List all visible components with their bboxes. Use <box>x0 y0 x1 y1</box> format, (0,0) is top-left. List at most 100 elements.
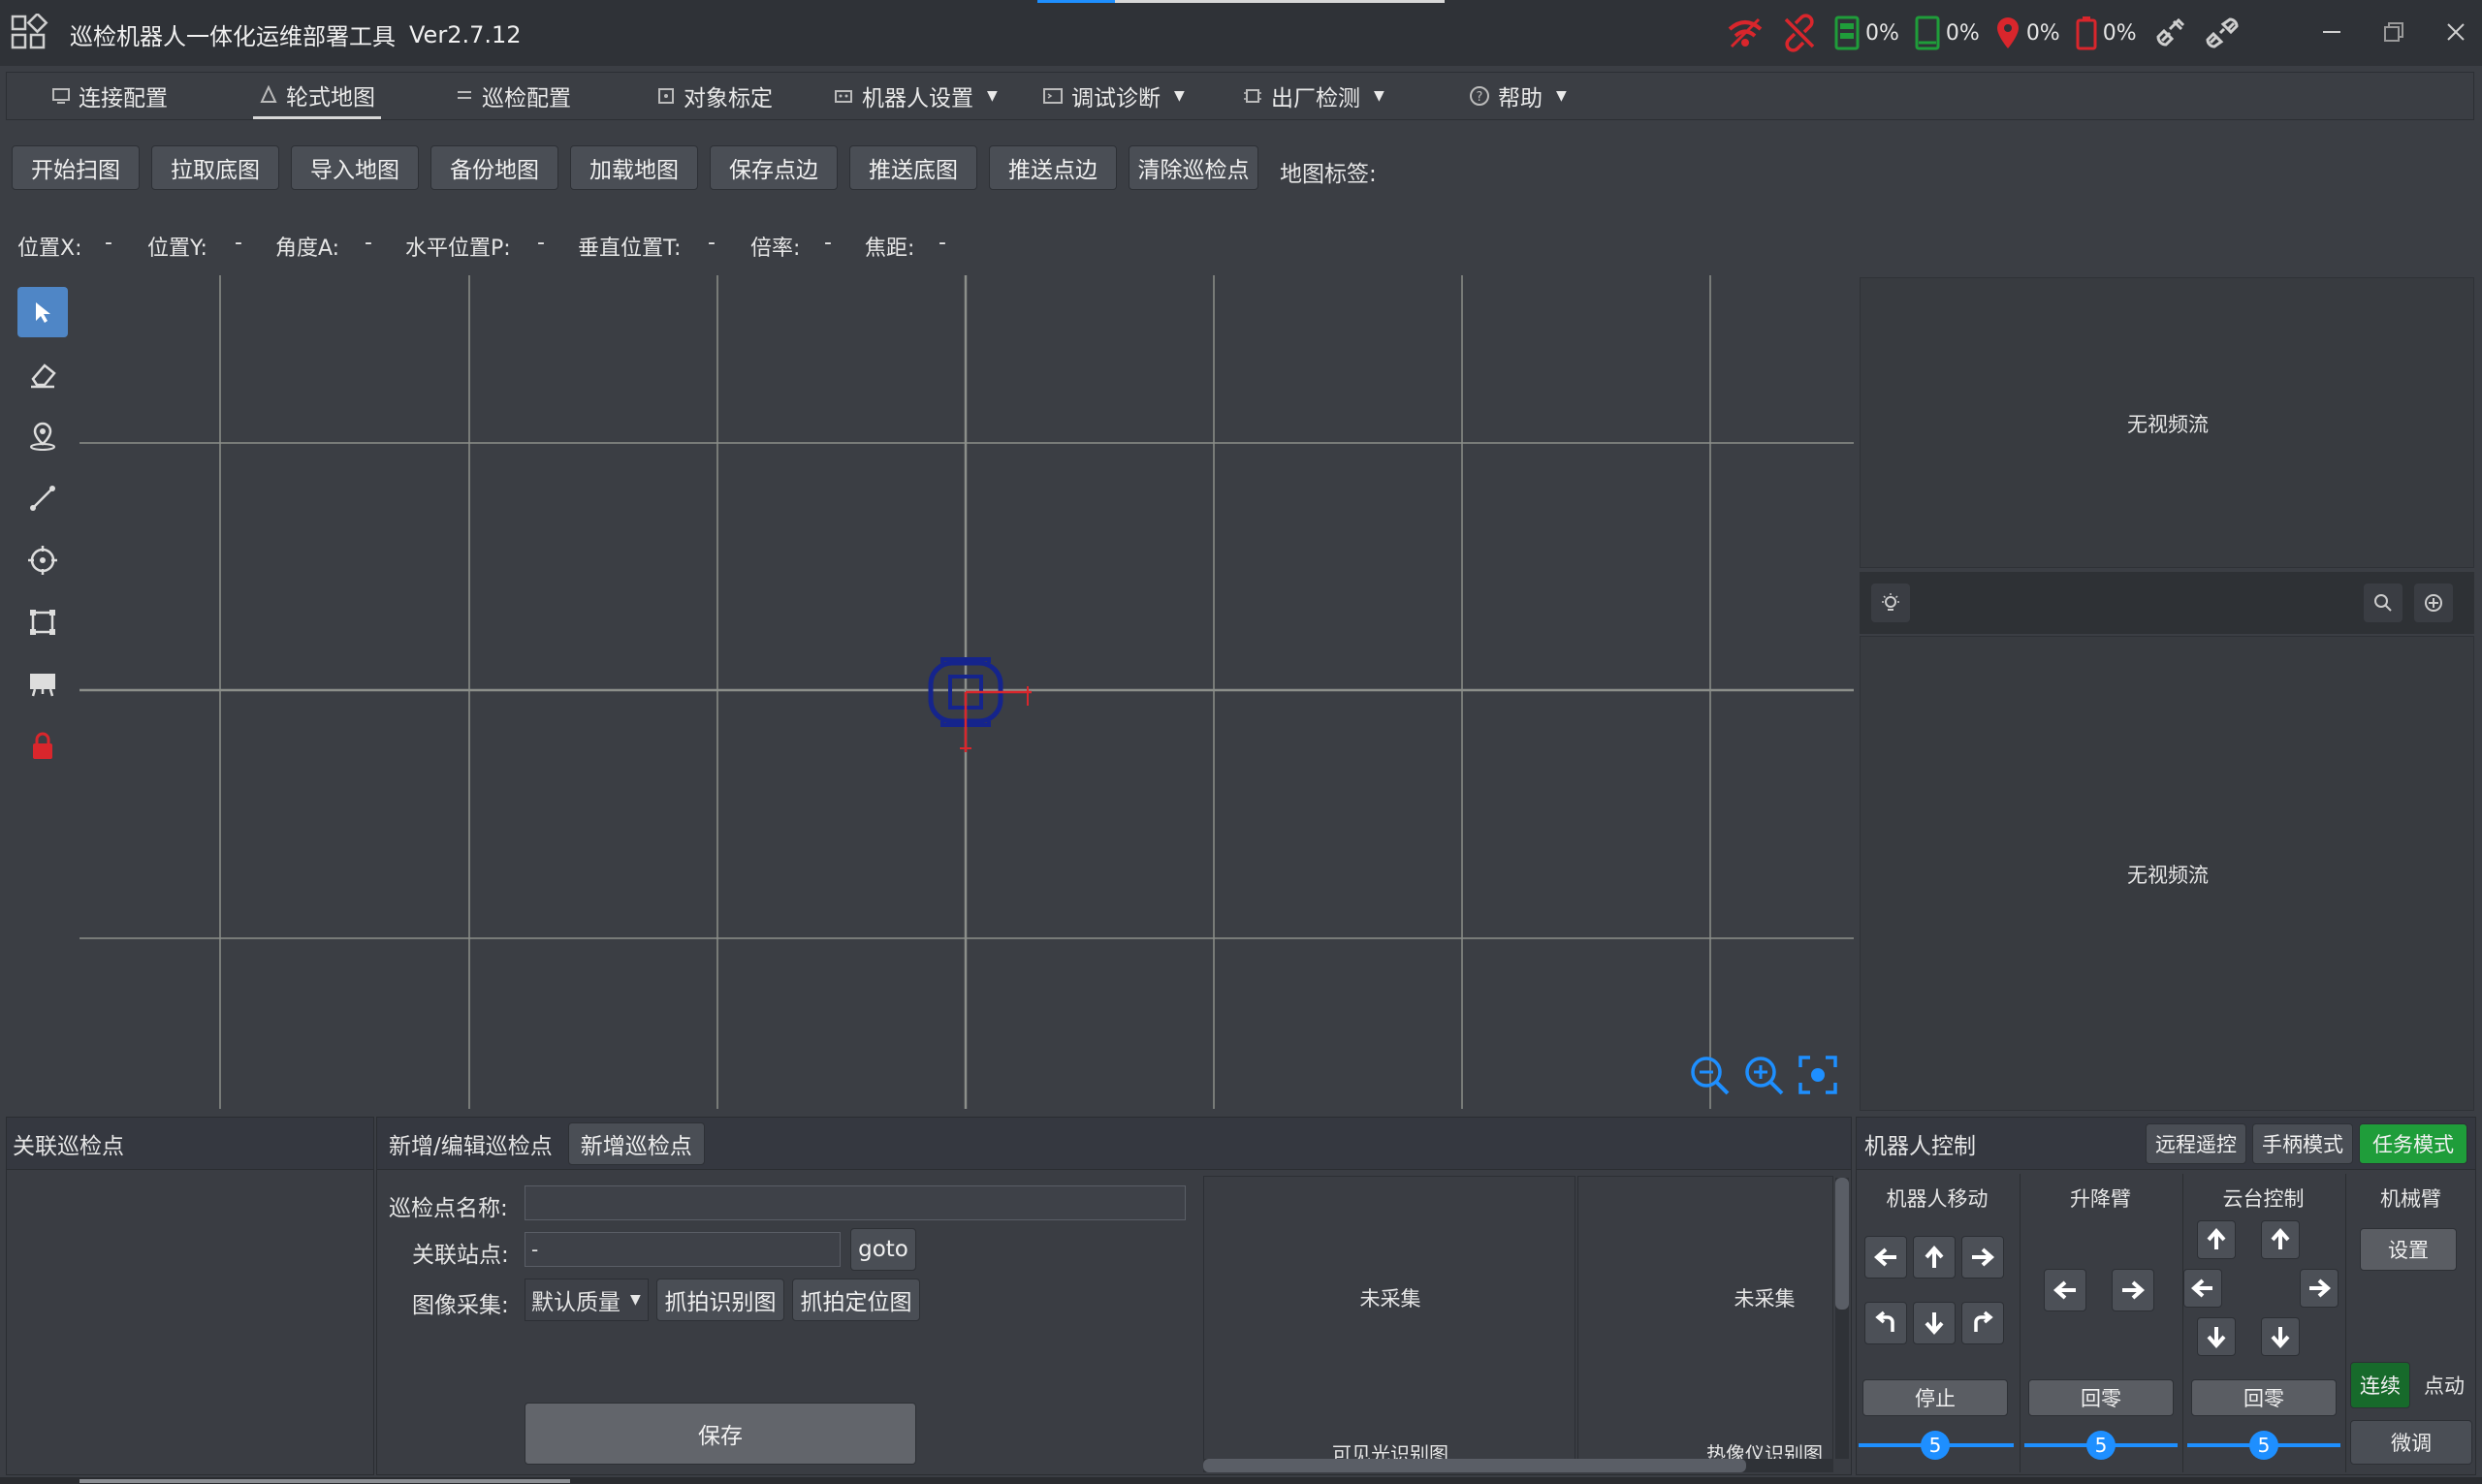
mode-joystick-button[interactable]: 手柄模式 <box>2252 1123 2353 1164</box>
arrow-up-icon <box>2205 1228 2228 1251</box>
mode-remote-button[interactable]: 远程遥控 <box>2146 1123 2246 1164</box>
fine-tune-button[interactable]: 微调 <box>2350 1420 2472 1465</box>
push-basemap-button[interactable]: 推送底图 <box>849 145 977 190</box>
video-toolbar <box>1860 572 2474 634</box>
pull-basemap-button[interactable]: 拉取底图 <box>151 145 279 190</box>
zoom-in-button[interactable] <box>1741 1053 1786 1103</box>
locate-tool[interactable] <box>17 535 68 585</box>
tab-robot-settings[interactable]: 机器人设置 ▼ <box>833 73 998 119</box>
angle-value: - <box>365 231 372 255</box>
debug-icon <box>1042 86 1064 106</box>
rotate-left-button[interactable] <box>1864 1302 1907 1344</box>
tab-factory-check[interactable]: 出厂检测 ▼ <box>1242 73 1384 119</box>
video-search-button[interactable] <box>2364 584 2402 622</box>
ptz-zero-button[interactable]: 回零 <box>2191 1379 2337 1416</box>
backup-map-button[interactable]: 备份地图 <box>430 145 558 190</box>
select-tool[interactable] <box>17 287 68 337</box>
eraser-tool[interactable] <box>17 349 68 399</box>
zoom-value: - <box>824 231 832 255</box>
storage-usage-2: 0% <box>1945 20 1980 46</box>
ptz-right-button[interactable] <box>2300 1269 2339 1308</box>
ptz-up-1-button[interactable] <box>2197 1220 2236 1259</box>
capture-recognition-button[interactable]: 抓拍识别图 <box>656 1279 784 1321</box>
start-scan-button[interactable]: 开始扫图 <box>12 145 140 190</box>
station-select[interactable]: - <box>525 1232 841 1267</box>
video-target-button[interactable] <box>2414 584 2453 622</box>
move-right-button[interactable] <box>1961 1236 2004 1279</box>
tab-help[interactable]: ? 帮助 ▼ <box>1469 73 1567 119</box>
ptz-down-1-button[interactable] <box>2197 1317 2236 1356</box>
region-tool[interactable] <box>17 597 68 647</box>
capture-location-button[interactable]: 抓拍定位图 <box>792 1279 920 1321</box>
map-canvas[interactable] <box>80 275 1854 1109</box>
save-points-edges-button[interactable]: 保存点边 <box>710 145 838 190</box>
preview-scrollbar-h[interactable] <box>1203 1459 1833 1472</box>
close-button[interactable] <box>2441 17 2470 47</box>
restore-button[interactable] <box>2379 17 2408 47</box>
app-grid-icon[interactable] <box>10 14 48 52</box>
board-tool[interactable] <box>17 659 68 710</box>
minimize-button[interactable] <box>2317 17 2346 47</box>
light-button[interactable] <box>1871 584 1910 622</box>
lift-up-button[interactable] <box>2112 1269 2154 1311</box>
ptz-left-button[interactable] <box>2183 1269 2222 1308</box>
chevron-down-icon: ▼ <box>1374 88 1384 104</box>
target-icon <box>656 86 676 106</box>
ptz-up-2-button[interactable] <box>2261 1220 2300 1259</box>
storage-icon <box>1834 16 1860 50</box>
import-map-button[interactable]: 导入地图 <box>291 145 419 190</box>
lift-speed-knob[interactable]: 5 <box>2086 1431 2116 1460</box>
preview-scrollbar-v[interactable] <box>1835 1178 1849 1459</box>
continuous-mode-button[interactable]: 连续 <box>2350 1362 2410 1408</box>
move-back-button[interactable] <box>1913 1302 1956 1344</box>
tab-object-calibration[interactable]: 对象标定 <box>656 73 773 119</box>
ptz-down-2-button[interactable] <box>2261 1317 2300 1356</box>
lock-tool[interactable] <box>17 721 68 772</box>
ptz-speed-knob[interactable]: 5 <box>2249 1431 2278 1460</box>
map-icon <box>259 84 278 105</box>
tilt-value: - <box>708 231 716 255</box>
map-tool-strip <box>0 273 78 1107</box>
line-icon <box>27 483 58 514</box>
new-point-button[interactable]: 新增巡检点 <box>567 1121 705 1165</box>
tab-debug-diagnosis[interactable]: 调试诊断 ▼ <box>1042 73 1185 119</box>
tab-connection-config[interactable]: 连接配置 <box>51 73 168 119</box>
lift-zero-button[interactable]: 回零 <box>2028 1379 2174 1416</box>
main-menu-bar: 连接配置 轮式地图 巡检配置 对象标定 机器人设置 ▼ 调试诊断 ▼ 出厂检测 … <box>6 72 2474 120</box>
move-speed-knob[interactable]: 5 <box>1921 1431 1950 1460</box>
scroll-thumb[interactable] <box>1203 1459 1746 1472</box>
tab-wheel-map[interactable]: 轮式地图 <box>253 73 381 119</box>
ptz-section: 云台控制 回零 5 <box>2182 1174 2343 1472</box>
chevron-down-icon: ▼ <box>630 1292 641 1308</box>
move-left-button[interactable] <box>1864 1236 1907 1279</box>
load-map-button[interactable]: 加载地图 <box>570 145 698 190</box>
clear-inspection-points-button[interactable]: 清除巡检点 <box>1129 145 1258 190</box>
arm-settings-button[interactable]: 设置 <box>2360 1228 2457 1271</box>
horizontal-scroll-indicator[interactable] <box>80 1479 570 1483</box>
lift-down-button[interactable] <box>2044 1269 2086 1311</box>
move-forward-button[interactable] <box>1913 1236 1956 1279</box>
scroll-thumb[interactable] <box>1835 1178 1849 1310</box>
mode-task-button[interactable]: 任务模式 <box>2359 1123 2467 1164</box>
draw-edge-tool[interactable] <box>17 473 68 523</box>
place-point-tool[interactable] <box>17 411 68 461</box>
push-points-edges-button[interactable]: 推送点边 <box>989 145 1117 190</box>
point-name-input[interactable] <box>525 1185 1186 1220</box>
tab-edit-point[interactable]: 新增/编辑巡检点 <box>381 1127 560 1160</box>
no-stream-text: 无视频流 <box>2127 413 2209 436</box>
save-point-button[interactable]: 保存 <box>525 1403 916 1465</box>
jog-mode-button[interactable]: 点动 <box>2414 1362 2474 1408</box>
tab-inspection-config[interactable]: 巡检配置 <box>455 73 571 119</box>
point-name-label: 巡检点名称: <box>389 1196 508 1221</box>
stop-button[interactable]: 停止 <box>1862 1379 2008 1416</box>
plug-icon[interactable] <box>2152 16 2187 50</box>
focus-frame-icon <box>1798 1055 1838 1095</box>
connect-icon[interactable] <box>2203 16 2242 50</box>
fit-view-button[interactable] <box>1798 1055 1838 1101</box>
zoom-out-button[interactable] <box>1687 1053 1732 1103</box>
goto-button[interactable]: goto <box>850 1228 916 1271</box>
rotate-right-button[interactable] <box>1961 1302 2004 1344</box>
visible-image-status: 未采集 <box>1359 1287 1421 1310</box>
quality-select[interactable]: 默认质量 ▼ <box>525 1279 649 1321</box>
robot-marker[interactable] <box>925 655 1041 762</box>
